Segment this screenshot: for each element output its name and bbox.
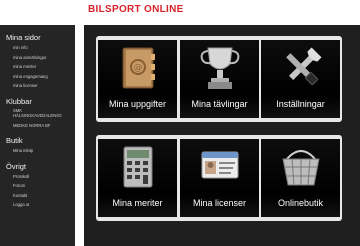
tools-icon <box>286 47 322 86</box>
tile-label: Mina meriter <box>112 198 163 208</box>
sidebar-item-forum[interactable]: Forum <box>0 181 75 191</box>
sidebar-section-butik: Butik Mina inköp <box>0 136 75 156</box>
sidebar-section-klubbar: Klubbar SMK HÄLSINGKAVEDALEN/IG MEDKE NO… <box>0 97 75 131</box>
sidebar-item-mina-licenser[interactable]: mina licenser <box>0 81 75 91</box>
tile-mina-uppgifter[interactable]: @ Mina uppgifter <box>98 40 177 118</box>
sidebar-section-ovrigt: Övrigt Protokoll Forum Kontakt Logga ut <box>0 162 75 210</box>
sidebar-item-mina-inkop[interactable]: Mina inköp <box>0 146 75 156</box>
sidebar-item-club-1[interactable]: SMK HÄLSINGKAVEDALEN/IG <box>0 107 71 121</box>
sidebar-item-club-2[interactable]: MEDKE NORRA BF <box>0 121 75 131</box>
sidebar-item-mina-engagemang[interactable]: mina engagemang <box>0 72 75 82</box>
tile-panel-bottom: Mina meriter Mina licenser Onlinebutik <box>96 135 342 221</box>
tile-label: Mina tävlingar <box>191 99 248 109</box>
sidebar-section-title: Övrigt <box>6 161 27 171</box>
sidebar-section-title: Butik <box>6 136 23 145</box>
sidebar-section-title: Klubbar <box>6 96 32 106</box>
address-book-icon: @ <box>122 47 155 89</box>
tile-label: Mina licenser <box>192 198 247 208</box>
shopping-basket-icon <box>282 150 320 186</box>
dashboard-area: @ Mina uppgifter Mina tävlingar Inställn… <box>84 25 360 246</box>
id-card-icon <box>201 151 239 179</box>
tile-installningar[interactable]: Inställningar <box>261 40 340 118</box>
sidebar-section-mina-sidor: Mina sidor min info mina anmälningar min… <box>0 33 75 91</box>
site-logo[interactable]: BILSPORT ONLINE <box>88 4 184 15</box>
sidebar-item-mina-anmalningar[interactable]: mina anmälningar <box>0 53 75 63</box>
tile-mina-licenser[interactable]: Mina licenser <box>180 139 259 217</box>
tile-label: Inställningar <box>276 99 325 109</box>
trophy-icon <box>200 47 240 89</box>
sidebar-item-min-info[interactable]: min info <box>0 43 75 53</box>
tile-mina-tavlingar[interactable]: Mina tävlingar <box>180 40 259 118</box>
sidebar-item-mina-meriter[interactable]: mina meriter <box>0 62 75 72</box>
sidebar-section-title: Mina sidor <box>6 33 41 42</box>
tile-panel-top: @ Mina uppgifter Mina tävlingar Inställn… <box>96 36 342 122</box>
site-title: BILSPORT ONLINE <box>88 4 184 15</box>
tile-onlinebutik[interactable]: Onlinebutik <box>261 139 340 217</box>
calculator-icon <box>123 146 153 188</box>
tile-label: Mina uppgifter <box>108 99 167 109</box>
sidebar-item-kontakt[interactable]: Kontakt <box>0 191 75 201</box>
sidebar-item-protokoll[interactable]: Protokoll <box>0 172 75 182</box>
svg-text:@: @ <box>134 63 143 73</box>
sidebar-item-logga-ut[interactable]: Logga ut <box>0 200 75 210</box>
tile-mina-meriter[interactable]: Mina meriter <box>98 139 177 217</box>
tile-label: Onlinebutik <box>277 198 324 208</box>
sidebar: Mina sidor min info mina anmälningar min… <box>0 25 75 246</box>
